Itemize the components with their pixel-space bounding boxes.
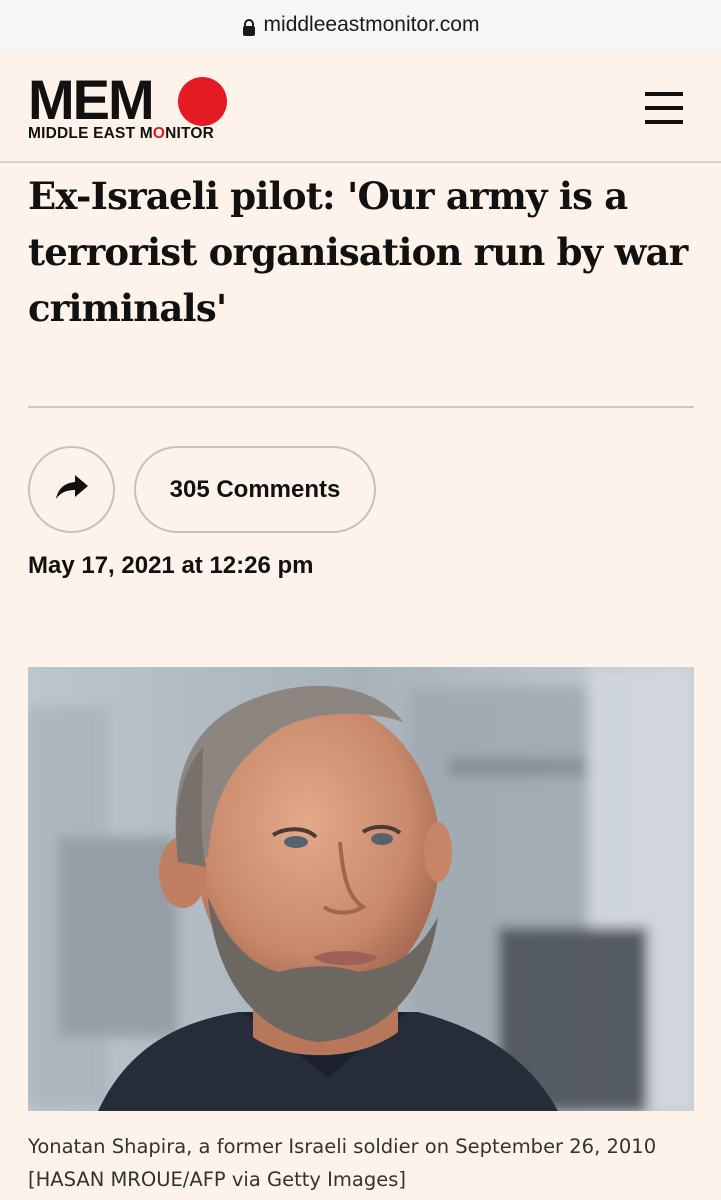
comments-button[interactable]: 305 Comments [134,446,376,533]
site-header: MEM MIDDLE EAST MONITOR [0,50,721,163]
caption-line-1: Yonatan Shapira, a former Israeli soldie… [28,1135,657,1158]
browser-address-bar[interactable]: middleeastmonitor.com [0,0,721,50]
site-logo[interactable]: MEM MIDDLE EAST MONITOR [28,72,238,152]
hamburger-menu-icon[interactable] [645,92,685,126]
caption-line-2: [HASAN MROUE/AFP via Getty Images] [28,1168,406,1191]
article-photo [28,667,694,1111]
logo-subtitle: MIDDLE EAST MONITOR [28,125,215,142]
url-text: middleeastmonitor.com [263,13,480,36]
photo-caption: Yonatan Shapira, a former Israeli soldie… [28,1130,708,1196]
publish-date: May 17, 2021 at 12:26 pm [28,552,314,579]
article-title: Ex-Israeli pilot: 'Our army is a terrori… [28,174,688,330]
share-arrow-icon [55,474,89,505]
logo-wordmark: MEM [28,68,155,131]
lock-icon [242,18,256,36]
divider [28,406,694,408]
share-button[interactable] [28,446,115,533]
logo-red-dot [178,77,227,126]
